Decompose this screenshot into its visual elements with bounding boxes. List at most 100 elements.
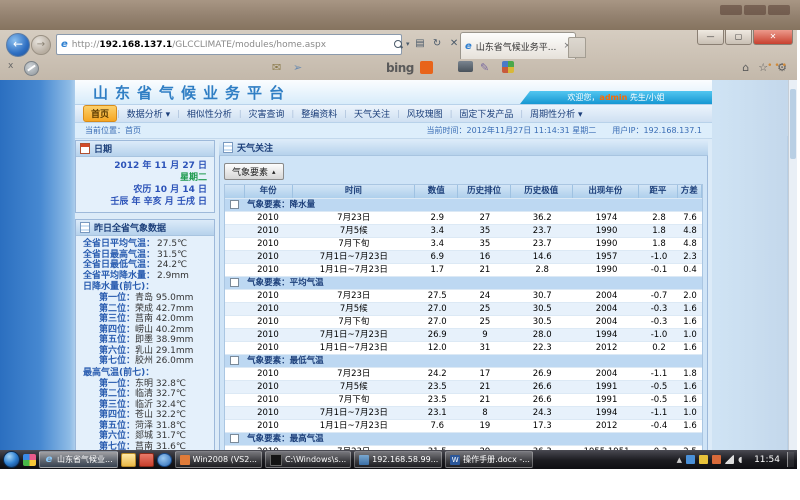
rank-station-value[interactable]: 临清 32.7℃ [135, 389, 186, 400]
table-row[interactable]: 20101月1日~7月23日7.61917.32012-0.41.6 [225, 420, 702, 433]
rank-item: 第五位：菏泽 31.8℃ [83, 421, 207, 432]
browser-scrollbar[interactable] [788, 80, 797, 452]
table-row[interactable]: 20107月1日~7月23日26.9928.01994-1.01.0 [225, 329, 702, 342]
table-row[interactable]: 20107月5候3.43523.719901.84.8 [225, 225, 702, 238]
table-row[interactable]: 20107月5候23.52126.61991-0.51.6 [225, 381, 702, 394]
table-row[interactable]: 20107月23日2.92736.219742.87.6 [225, 212, 702, 225]
explorer-folder-icon[interactable] [121, 453, 136, 467]
rank-station-value[interactable]: 东明 32.8℃ [135, 379, 186, 390]
search-dropdown-icon[interactable]: ▾ [406, 40, 410, 48]
nav-item-4[interactable]: 整编资料 [294, 106, 344, 121]
cell: 7月下旬 [292, 238, 416, 250]
cell: 7月5候 [292, 381, 416, 393]
minimize-button[interactable]: — [697, 30, 724, 45]
back-button[interactable]: ← [6, 33, 30, 57]
rank-station-value[interactable]: 胶州 26.0mm [135, 356, 193, 367]
group-row-3[interactable]: 气象要素：最高气温 [225, 433, 702, 446]
taskbar-window-button-3[interactable]: W操作手册.docx -... [445, 451, 533, 468]
nav-item-0[interactable]: 首页 [83, 105, 117, 122]
bing-search-icon[interactable] [420, 61, 433, 74]
tray-app-icon-3[interactable] [712, 455, 721, 464]
show-desktop-button[interactable] [787, 452, 794, 467]
rank-station-value[interactable]: 即墨 38.9mm [135, 335, 193, 346]
mail-icon[interactable]: ✉ [272, 61, 281, 74]
row-indent-cell [225, 394, 244, 406]
tray-app-icon-1[interactable] [686, 455, 695, 464]
taskbar-window-button-0[interactable]: Win2008 (VS2... [175, 451, 262, 468]
close-button[interactable]: ✕ [753, 30, 793, 45]
player-app-icon[interactable] [157, 453, 172, 467]
start-button[interactable] [3, 451, 20, 468]
nav-item-6[interactable]: 风玫瑰图 [400, 106, 450, 121]
group-checkbox[interactable] [230, 278, 239, 287]
table-row[interactable]: 20107月23日27.52430.72004-0.72.0 [225, 290, 702, 303]
rank-station-value[interactable]: 乳山 29.1mm [135, 346, 193, 357]
rank-station-value[interactable]: 青岛 95.0mm [135, 293, 193, 304]
tray-expand-icon[interactable]: ▲ [677, 456, 682, 464]
tray-app-icon-2[interactable] [699, 455, 708, 464]
compatibility-view-icon[interactable]: ▤ [414, 38, 427, 49]
group-checkbox[interactable] [230, 200, 239, 209]
rank-station-value[interactable]: 莒南 42.0mm [135, 314, 193, 325]
search-icon[interactable] [394, 40, 402, 48]
table-row[interactable]: 20107月下旬27.02530.52004-0.31.6 [225, 316, 702, 329]
group-row-1[interactable]: 气象要素：平均气温 [225, 277, 702, 290]
refresh-icon[interactable]: ↻ [431, 38, 444, 49]
table-row[interactable]: 20107月下旬23.52126.61991-0.51.6 [225, 394, 702, 407]
send-icon[interactable]: ➢ [293, 61, 302, 74]
rank-station-value[interactable]: 崂山 40.2mm [135, 325, 193, 336]
media-app-icon[interactable] [139, 453, 154, 467]
taskbar-window-button-1[interactable]: C:\Windows\s... [265, 451, 351, 468]
nav-item-8[interactable]: 周期性分析 ▾ [523, 106, 589, 121]
rank-station-value[interactable]: 郯城 31.7℃ [135, 431, 186, 442]
group-checkbox[interactable] [230, 434, 239, 443]
taskbar-ie-button[interactable]: e 山东省气候业... [39, 451, 118, 468]
current-time-label: 当前时间：2012年11月27日 11:14:31 星期二 [427, 125, 597, 136]
calendar-ganzhi: 壬辰 年 辛亥 月 壬戌 日 [83, 196, 207, 208]
forward-button[interactable]: → [31, 35, 51, 55]
table-row[interactable]: 20101月1日~7月23日12.03122.320120.21.6 [225, 342, 702, 355]
nav-item-3[interactable]: 灾害查询 [242, 106, 292, 121]
address-bar[interactable]: e http://192.168.137.1/GLCCLIMATE/module… [56, 34, 402, 55]
table-row[interactable]: 20101月1日~7月23日1.7212.81990-0.10.4 [225, 264, 702, 277]
highlighter-icon[interactable]: ✎ [480, 61, 489, 74]
camera-icon[interactable] [458, 61, 473, 72]
rank-station-value[interactable]: 苍山 32.2℃ [135, 410, 186, 421]
maximize-button[interactable]: ▢ [725, 30, 752, 45]
bing-logo[interactable]: bing [386, 61, 414, 75]
table-row[interactable]: 20107月1日~7月23日6.91614.61957-1.02.3 [225, 251, 702, 264]
new-tab-button[interactable] [568, 37, 586, 58]
nav-item-7[interactable]: 固定下发产品 [452, 106, 520, 121]
cell: 1994 [573, 329, 640, 341]
rank-station-value[interactable]: 荣成 42.7mm [135, 304, 193, 315]
rank-station-value[interactable]: 菏泽 31.8℃ [135, 421, 186, 432]
rank-station-value[interactable]: 临沂 32.4℃ [135, 400, 186, 411]
volume-icon[interactable]: ◖ [738, 455, 747, 464]
toolbar-more-icon[interactable]: ••• [767, 61, 789, 71]
cell: 30.7 [511, 290, 573, 302]
taskbar-clock[interactable]: 11:54 [754, 455, 780, 465]
nav-item-2[interactable]: 相似性分析 [180, 106, 239, 121]
browser-scrollbar-thumb[interactable] [790, 89, 796, 159]
main-panel-header: 天气关注 [219, 140, 708, 156]
network-icon[interactable] [725, 455, 734, 464]
cell: 2010 [244, 394, 292, 406]
group-row-0[interactable]: 气象要素：降水量 [225, 199, 702, 212]
table-row[interactable]: 20107月23日24.21726.92004-1.11.8 [225, 368, 702, 381]
table-row[interactable]: 20107月下旬3.43523.719901.84.8 [225, 238, 702, 251]
group-checkbox[interactable] [230, 356, 239, 365]
browser-tab[interactable]: e 山东省气候业务平... × [460, 32, 576, 59]
main-panel-body: 气象要素 ▴ 年份时间数值历史排位历史极值出现年份距平方差气象要素：降水量201… [219, 156, 708, 452]
table-row[interactable]: 20107月1日~7月23日23.1824.31994-1.11.0 [225, 407, 702, 420]
stop-icon[interactable]: ✕ [448, 38, 461, 49]
toolbar-close-icon[interactable]: x [8, 61, 13, 71]
share-icon[interactable] [502, 61, 514, 73]
group-row-2[interactable]: 气象要素：最低气温 [225, 355, 702, 368]
table-row[interactable]: 20107月5候27.02530.52004-0.31.6 [225, 303, 702, 316]
nav-item-1[interactable]: 数据分析 ▾ [120, 106, 177, 121]
quick-launch-icon[interactable] [23, 454, 36, 466]
element-filter-button[interactable]: 气象要素 ▴ [224, 163, 284, 180]
nav-item-5[interactable]: 天气关注 [347, 106, 397, 121]
blocked-icon[interactable] [24, 61, 39, 76]
taskbar-window-button-2[interactable]: 192.168.58.99... [354, 451, 442, 468]
